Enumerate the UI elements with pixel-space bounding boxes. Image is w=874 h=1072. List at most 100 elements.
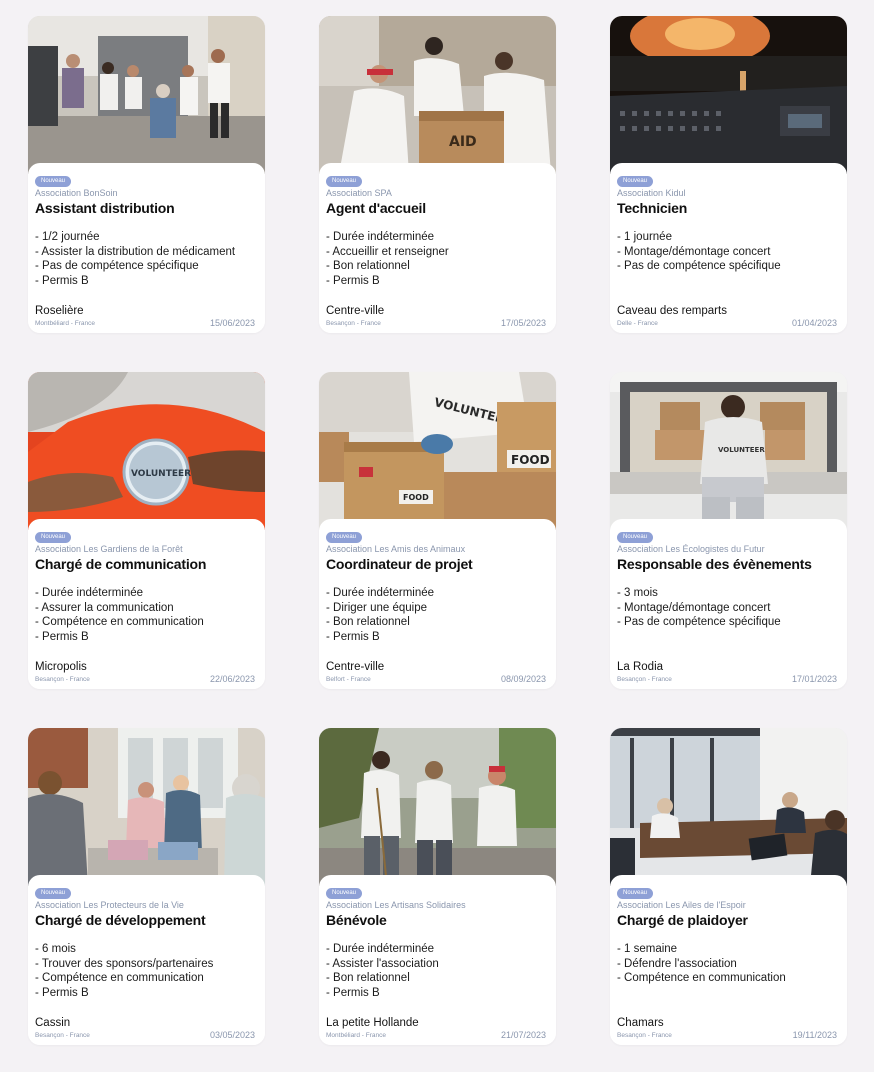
svg-text:FOOD: FOOD [511, 453, 550, 467]
svg-text:FOOD: FOOD [403, 493, 429, 502]
association-name: Association BonSoin [35, 188, 118, 198]
offer-card-body: Nouveau Association Les Ailes de l'Espoi… [610, 875, 847, 1045]
offer-title: Agent d'accueil [326, 200, 426, 216]
association-name: Association Les Artisans Solidaires [326, 900, 466, 910]
offer-detail-line: - Bon relationnel [326, 616, 410, 629]
offer-photo [610, 728, 847, 886]
offer-detail-line: - 3 mois [617, 587, 658, 599]
offer-date: 01/04/2023 [791, 318, 837, 328]
offer-location: Montbéliard - France [35, 320, 95, 327]
offer-photo [28, 16, 265, 174]
offer-details: - Durée indéterminée - Diriger une équip… [326, 586, 549, 644]
offer-detail-line: - Pas de compétence spécifique [617, 260, 781, 273]
offer-card[interactable]: Nouveau Association BonSoin Assistant di… [28, 16, 265, 333]
offer-photo [28, 728, 265, 886]
offer-title: Chargé de développement [35, 912, 206, 928]
association-name: Association Les Écologistes du Futur [617, 544, 765, 554]
offer-location: Belfort - France [326, 676, 371, 683]
offer-card-body: Nouveau Association Les Amis des Animaux… [319, 519, 556, 689]
offer-detail-line: - Compétence en communication [35, 972, 204, 985]
offer-detail-line: - Bon relationnel [326, 260, 410, 273]
offer-detail-line: - Permis B [326, 274, 380, 287]
offer-detail-line: - Durée indéterminée [326, 231, 435, 243]
offer-detail-line: - Compétence en communication [617, 972, 786, 985]
association-name: Association Les Ailes de l'Espoir [617, 900, 746, 910]
offer-details: - 1 journée - Montage/démontage concert … [617, 230, 840, 274]
offer-photo: VOLUNTEER FOOD FOOD [319, 372, 556, 530]
offer-detail-line: - 1 semaine [617, 943, 678, 955]
offer-location: Besançon - France [617, 1032, 672, 1039]
offer-detail-line: - Assister l'association [326, 957, 439, 970]
svg-text:AID: AID [449, 134, 477, 150]
offer-photo: VOLUNTEER [28, 372, 265, 530]
offer-detail-line: - Trouver des sponsors/partenaires [35, 957, 214, 970]
offer-date: 08/09/2023 [500, 674, 546, 684]
offer-detail-line: - Montage/démontage concert [617, 245, 771, 258]
offer-title: Coordinateur de projet [326, 556, 473, 572]
offer-card[interactable]: VOLUNTEER FOOD FOOD Nouveau Association … [319, 372, 556, 689]
new-badge: Nouveau [617, 532, 654, 543]
offer-details: - Durée indéterminée - Accueillir et ren… [326, 230, 549, 288]
offer-detail-line: - Durée indéterminée [326, 587, 435, 599]
offer-detail-line: - 6 mois [35, 943, 76, 955]
offer-card-body: Nouveau Association Les Gardiens de la F… [28, 519, 265, 689]
offer-location: Delle - France [617, 320, 658, 327]
offer-card[interactable]: Nouveau Association Les Ailes de l'Espoi… [610, 728, 847, 1045]
offer-place: Chamars [617, 1017, 664, 1029]
offer-location: Besançon - France [617, 676, 672, 683]
offer-detail-line: - Assister la distribution de médicament [35, 245, 236, 258]
offer-detail-line: - Pas de compétence spécifique [35, 260, 199, 273]
offer-date: 22/06/2023 [209, 674, 255, 684]
offer-detail-line: - Diriger une équipe [326, 601, 428, 614]
offer-detail-line: - Accueillir et renseigner [326, 245, 449, 258]
offer-card[interactable]: AID Nouveau Association SPA Agent d'accu… [319, 16, 556, 333]
offer-location: Besançon - France [35, 676, 90, 683]
offer-location: Montbéliard - France [326, 1032, 386, 1039]
offer-place: Cassin [35, 1017, 71, 1029]
offer-title: Chargé de plaidoyer [617, 912, 748, 928]
association-name: Association Kidul [617, 188, 686, 198]
new-badge: Nouveau [617, 176, 654, 187]
offer-title: Technicien [617, 200, 688, 216]
offer-place: Caveau des remparts [617, 305, 727, 317]
offer-details: - 3 mois - Montage/démontage concert - P… [617, 586, 840, 630]
offer-detail-line: - Permis B [326, 630, 380, 643]
new-badge: Nouveau [35, 532, 72, 543]
association-name: Association Les Gardiens de la Forêt [35, 544, 183, 554]
offer-place: La petite Hollande [326, 1017, 419, 1029]
offer-title: Responsable des évènements [617, 556, 812, 572]
offer-place: Roselière [35, 305, 84, 317]
offer-details: - Durée indéterminée - Assister l'associ… [326, 942, 549, 1000]
offer-location: Besançon - France [35, 1032, 90, 1039]
offer-card-body: Nouveau Association BonSoin Assistant di… [28, 163, 265, 333]
offer-card[interactable]: Nouveau Association Les Artisans Solidai… [319, 728, 556, 1045]
offer-detail-line: - Bon relationnel [326, 972, 410, 985]
offer-details: - 1 semaine - Défendre l'association - C… [617, 942, 840, 986]
offer-photo [319, 728, 556, 886]
offer-card[interactable]: Nouveau Association Kidul Technicien - 1… [610, 16, 847, 333]
offer-detail-line: - Permis B [35, 986, 89, 999]
offer-card[interactable]: VOLUNTEER Nouveau Association Les Gardie… [28, 372, 265, 689]
svg-text:VOLUNTEER: VOLUNTEER [131, 469, 191, 479]
offer-location: Besançon - France [326, 320, 381, 327]
association-name: Association Les Amis des Animaux [326, 544, 466, 554]
offer-date: 17/01/2023 [791, 674, 837, 684]
offer-card[interactable]: Nouveau Association Les Protecteurs de l… [28, 728, 265, 1045]
offers-grid: Nouveau Association BonSoin Assistant di… [28, 16, 847, 1045]
offer-detail-line: - 1/2 journée [35, 231, 100, 243]
offer-card[interactable]: VOLUNTEER Nouveau Association Les Écolog… [610, 372, 847, 689]
association-name: Association SPA [326, 188, 392, 198]
offer-card-body: Nouveau Association Kidul Technicien - 1… [610, 163, 847, 333]
association-name: Association Les Protecteurs de la Vie [35, 900, 184, 910]
offer-title: Assistant distribution [35, 200, 175, 216]
offer-card-body: Nouveau Association Les Écologistes du F… [610, 519, 847, 689]
offer-detail-line: - Assurer la communication [35, 601, 174, 614]
offer-details: - 1/2 journée - Assister la distribution… [35, 230, 258, 288]
offer-detail-line: - Pas de compétence spécifique [617, 616, 781, 629]
offer-date: 19/11/2023 [792, 1030, 837, 1040]
offer-detail-line: - Durée indéterminée [326, 943, 435, 955]
offer-place: La Rodia [617, 661, 664, 673]
offer-date: 15/06/2023 [209, 318, 255, 328]
new-badge: Nouveau [35, 888, 72, 899]
offer-photo: VOLUNTEER [610, 372, 847, 530]
